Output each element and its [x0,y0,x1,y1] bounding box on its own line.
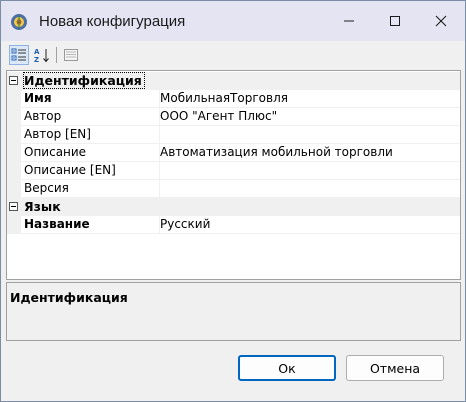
property-grid[interactable]: Идентификация Имя МобильнаяТорговля Авто… [6,70,461,280]
property-name: Автор [EN] [21,126,160,144]
property-row[interactable]: Версия [7,180,460,198]
cancel-button[interactable]: Отмена [346,355,444,381]
window-title: Новая конфигурация [39,13,186,30]
property-value[interactable] [157,126,460,144]
property-row[interactable]: Имя МобильнаяТорговля [7,90,460,108]
property-value[interactable]: ООО "Агент Плюс" [157,108,460,126]
alphabetical-sort-button[interactable]: A Z [32,45,52,65]
close-button[interactable] [418,1,464,41]
property-row[interactable]: Автор ООО "Агент Плюс" [7,108,460,126]
property-name: Автор [21,108,160,126]
property-name: Название [21,216,160,234]
property-value[interactable]: МобильнаяТорговля [157,90,460,108]
close-icon [435,15,447,27]
minimize-icon [344,20,354,22]
toolbar-separator [56,47,57,63]
minimize-button[interactable] [326,1,372,41]
maximize-button[interactable] [372,1,418,41]
ok-button[interactable]: Ок [238,355,336,381]
property-row[interactable]: Описание [EN] [7,162,460,180]
property-value[interactable]: Русский [157,216,460,234]
property-name: Имя [21,90,160,108]
category-label: Язык [24,199,61,214]
category-label: Идентификация [23,72,145,89]
category-identification-row[interactable]: Идентификация [7,72,460,90]
category-language-row[interactable]: Язык [7,198,460,216]
svg-text:A: A [34,48,40,56]
property-row[interactable]: Название Русский [7,216,460,234]
description-panel: Идентификация [6,282,461,341]
property-row[interactable]: Автор [EN] [7,126,460,144]
property-grid-toolbar: A Z [1,41,465,69]
collapse-toggle-icon[interactable] [9,202,18,211]
property-pages-icon [64,49,78,61]
maximize-icon [390,16,400,26]
property-name: Версия [21,180,160,198]
alphabetical-sort-icon: A Z [34,48,49,63]
app-icon [11,14,27,30]
categorized-view-button[interactable] [9,45,29,65]
property-name: Описание [EN] [21,162,160,180]
categorized-view-icon [11,48,26,61]
description-title: Идентификация [10,290,128,305]
property-pages-button[interactable] [61,45,81,65]
dialog-window: Новая конфигурация A Z Идентификация Имя… [0,0,466,402]
property-name: Описание [21,144,160,162]
property-value[interactable]: Автоматизация мобильной торговли [157,144,460,162]
title-bar[interactable]: Новая конфигурация [1,1,465,41]
svg-text:Z: Z [34,56,39,63]
property-value[interactable] [157,162,460,180]
collapse-toggle-icon[interactable] [9,76,18,85]
property-value[interactable] [157,180,460,198]
property-row[interactable]: Описание Автоматизация мобильной торговл… [7,144,460,162]
